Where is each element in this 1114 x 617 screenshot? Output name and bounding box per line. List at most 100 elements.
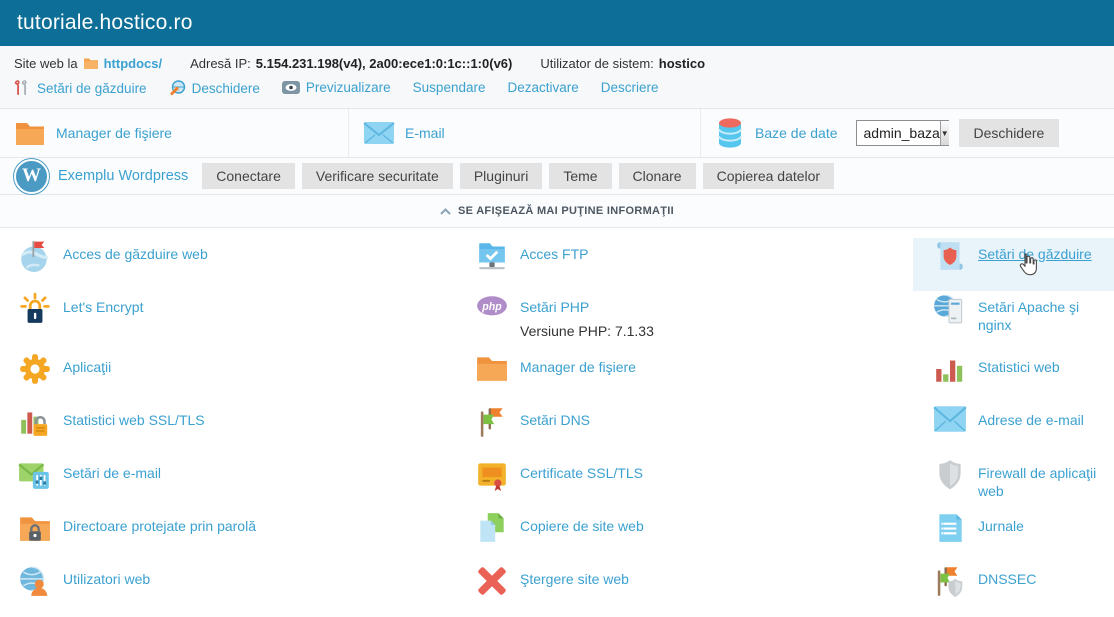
grid-item-web-users[interactable]: Utilizatori web: [0, 563, 457, 616]
copy-pages-icon: [475, 511, 509, 545]
shield-icon: [933, 458, 967, 492]
log-page-icon: [933, 511, 967, 545]
grid-item-web-statistics[interactable]: Statistici web: [913, 351, 1114, 404]
grid-item-php-settings[interactable]: php Setări PHP Versiune PHP: 7.1.33: [457, 291, 913, 351]
grid-item-apache-nginx-settings[interactable]: Setări Apache şi nginx: [913, 291, 1114, 351]
grid-item-label[interactable]: Setări de e-mail: [63, 465, 161, 481]
wp-themes-button[interactable]: Teme: [549, 163, 611, 189]
grid-item-label[interactable]: Directoare protejate prin parolă: [63, 518, 256, 534]
system-user-value: hostico: [659, 56, 705, 71]
site-root-group: Site web la httpdocs/: [14, 56, 162, 71]
site-info-bar: Site web la httpdocs/ Adresă IP: 5.154.2…: [0, 46, 1114, 80]
tools-icon: [14, 80, 31, 96]
grid-item-hosting-settings[interactable]: Setări de găzduire: [913, 238, 1114, 291]
wp-clone-button[interactable]: Clonare: [619, 163, 696, 189]
database-select[interactable]: admin_baza ▼: [856, 120, 949, 146]
svg-text:php: php: [481, 301, 502, 313]
action-suspend[interactable]: Suspendare: [413, 80, 486, 95]
action-label: Previzualizare: [306, 80, 391, 95]
grid-item-label[interactable]: Adrese de e-mail: [978, 412, 1084, 428]
grid-item-ssl-web-stats[interactable]: Statistici web SSL/TLS: [0, 404, 457, 457]
quick-databases-label[interactable]: Baze de date: [755, 125, 838, 141]
grid-item-dns-settings[interactable]: Setări DNS: [457, 404, 913, 457]
grid-item-label[interactable]: DNSSEC: [978, 571, 1036, 587]
grid-item-ftp-access[interactable]: Acces FTP: [457, 238, 913, 291]
quick-file-manager[interactable]: Manager de fişiere: [0, 109, 348, 157]
quick-file-manager-label[interactable]: Manager de fişiere: [56, 125, 172, 141]
grid-item-label[interactable]: Jurnale: [978, 518, 1024, 534]
page-title: tutoriale.hostico.ro: [17, 11, 193, 35]
wp-copy-data-button[interactable]: Copierea datelor: [703, 163, 835, 189]
folder-icon: [83, 56, 99, 70]
grid-column-3: Setări de găzduire Setări Apache şi ngin…: [913, 238, 1114, 616]
grid-item-label[interactable]: Acces de găzduire web: [63, 246, 208, 262]
action-label: Dezactivare: [507, 80, 578, 95]
action-label: Descriere: [601, 80, 659, 95]
grid-item-remove-website[interactable]: Ştergere site web: [457, 563, 913, 616]
action-label: Deschidere: [192, 81, 260, 96]
grid-item-dnssec[interactable]: DNSSEC: [913, 563, 1114, 616]
globe-flag-icon: [18, 239, 52, 273]
wp-login-button[interactable]: Conectare: [202, 163, 295, 189]
action-label: Suspendare: [413, 80, 486, 95]
grid-item-website-copying[interactable]: Copiere de site web: [457, 510, 913, 563]
grid-item-label[interactable]: Statistici web: [978, 359, 1060, 375]
action-preview[interactable]: Previzualizare: [282, 80, 391, 95]
gear-icon: [18, 352, 52, 386]
red-x-icon: [475, 564, 509, 598]
wp-plugins-button[interactable]: Pluginuri: [460, 163, 542, 189]
grid-item-label[interactable]: Acces FTP: [520, 246, 588, 262]
grid-item-label[interactable]: Certificate SSL/TLS: [520, 465, 643, 481]
grid-item-logs[interactable]: Jurnale: [913, 510, 1114, 563]
quick-email[interactable]: E-mail: [348, 109, 700, 157]
quick-email-label[interactable]: E-mail: [405, 125, 445, 141]
globe-server-icon: [933, 292, 967, 326]
grid-item-label[interactable]: Ştergere site web: [520, 571, 629, 587]
grid-item-label[interactable]: Setări PHP: [520, 299, 589, 315]
chart-lock-icon: [18, 405, 52, 439]
action-hosting-settings[interactable]: Setări de găzduire: [14, 80, 147, 96]
grid-item-ssl-certificates[interactable]: Certificate SSL/TLS: [457, 457, 913, 510]
php-version-text: Versiune PHP: 7.1.33: [520, 323, 654, 341]
database-icon: [715, 116, 745, 150]
action-open-site[interactable]: Deschidere: [169, 80, 260, 96]
grid-item-label[interactable]: Statistici web SSL/TLS: [63, 412, 205, 428]
grid-item-label[interactable]: Manager de fişiere: [520, 359, 636, 375]
grid-item-label[interactable]: Aplicaţii: [63, 359, 111, 375]
hosting-panel-page: { "header": { "title": "tutoriale.hostic…: [0, 0, 1114, 617]
grid-item-email-addresses[interactable]: Adrese de e-mail: [913, 404, 1114, 457]
wordpress-logo-icon: W: [14, 159, 49, 194]
ip-group: Adresă IP: 5.154.231.198(v4), 2a00:ece1:…: [190, 56, 512, 71]
system-user-group: Utilizator de sistem: hostico: [540, 56, 705, 71]
grid-item-protected-directories[interactable]: Directoare protejate prin parolă: [0, 510, 457, 563]
grid-item-applications[interactable]: Aplicaţii: [0, 351, 457, 404]
sun-lock-icon: [18, 292, 52, 326]
grid-item-web-hosting-access[interactable]: Acces de găzduire web: [0, 238, 457, 291]
bar-chart-icon: [933, 352, 967, 386]
action-label: Setări de găzduire: [37, 81, 147, 96]
show-less-toggle[interactable]: SE AFIŞEAZĂ MAI PUŢINE INFORMAŢII: [0, 195, 1114, 228]
action-description[interactable]: Descriere: [601, 80, 659, 95]
grid-item-label[interactable]: Firewall de aplicaţii web: [978, 465, 1096, 499]
grid-item-label[interactable]: Copiere de site web: [520, 518, 644, 534]
eye-preview-icon: [282, 81, 300, 95]
grid-item-label[interactable]: Let's Encrypt: [63, 299, 144, 315]
grid-item-web-application-firewall[interactable]: Firewall de aplicaţii web: [913, 457, 1114, 510]
grid-item-label[interactable]: Utilizatori web: [63, 571, 150, 587]
grid-column-1: Acces de găzduire web Let's Encrypt: [0, 238, 457, 616]
envelope-icon: [363, 121, 395, 145]
action-deactivate[interactable]: Dezactivare: [507, 80, 578, 95]
wp-security-check-button[interactable]: Verificare securitate: [302, 163, 453, 189]
grid-item-label[interactable]: Setări de găzduire: [978, 246, 1092, 262]
grid-item-lets-encrypt[interactable]: Let's Encrypt: [0, 291, 457, 351]
httpdocs-link[interactable]: httpdocs/: [104, 56, 163, 71]
php-icon: php: [475, 292, 509, 326]
domain-header: tutoriale.hostico.ro: [0, 0, 1114, 46]
grid-item-label[interactable]: Setări Apache şi nginx: [978, 299, 1079, 333]
grid-item-label[interactable]: Setări DNS: [520, 412, 590, 428]
grid-item-mail-settings[interactable]: Setări de e-mail: [0, 457, 457, 510]
site-root-label: Site web la: [14, 56, 78, 71]
grid-item-file-manager[interactable]: Manager de fişiere: [457, 351, 913, 404]
database-open-button[interactable]: Deschidere: [959, 119, 1060, 147]
wordpress-site-link[interactable]: Exemplu Wordpress: [58, 168, 188, 184]
